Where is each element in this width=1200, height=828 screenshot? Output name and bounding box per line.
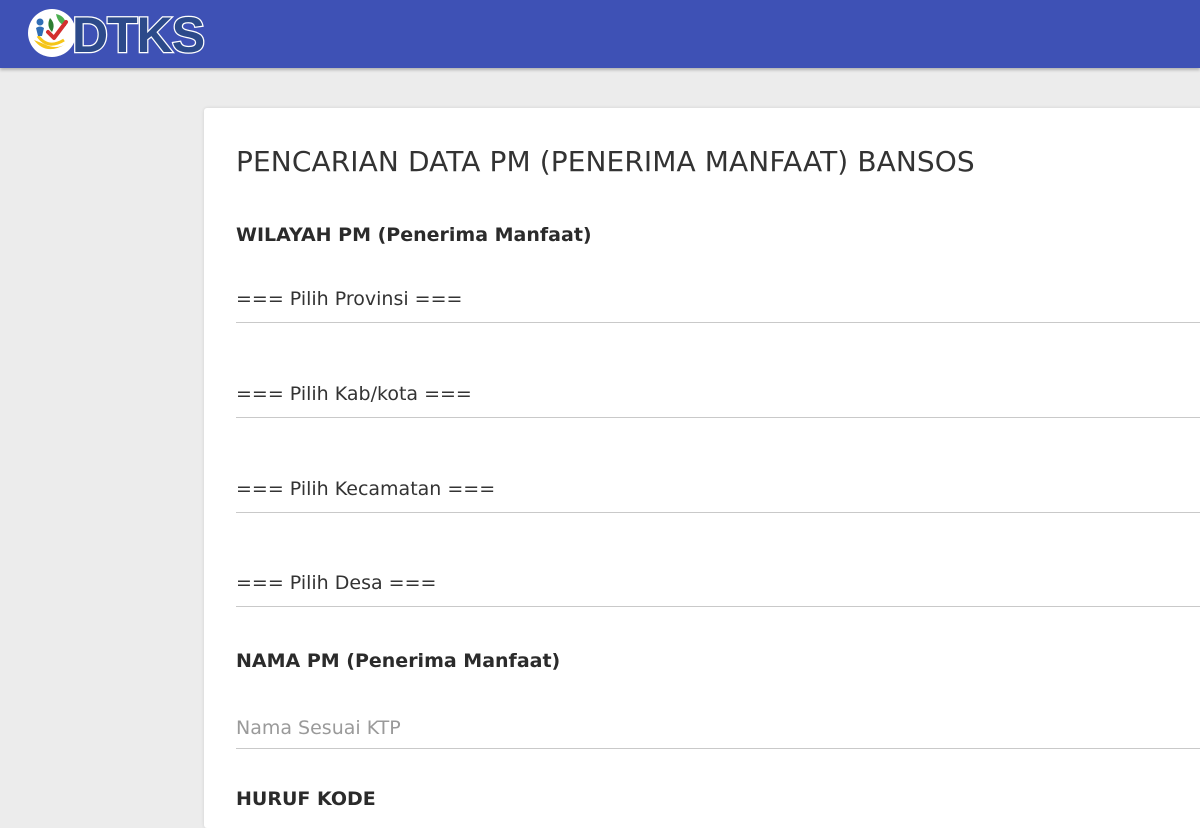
nama-input[interactable]	[236, 708, 1200, 749]
kode-section-label: HURUF KODE	[236, 788, 376, 810]
kabkota-select-value: === Pilih Kab/kota ===	[236, 383, 472, 405]
nama-section-label: NAMA PM (Penerima Manfaat)	[236, 650, 561, 672]
kecamatan-select[interactable]: === Pilih Kecamatan ===	[236, 472, 1200, 513]
kabkota-select[interactable]: === Pilih Kab/kota ===	[236, 377, 1200, 418]
dtks-logo[interactable]: DTKS	[26, 6, 226, 60]
desa-select[interactable]: === Pilih Desa ===	[236, 566, 1200, 607]
page-title: PENCARIAN DATA PM (PENERIMA MANFAAT) BAN…	[236, 145, 975, 178]
desa-select-value: === Pilih Desa ===	[236, 572, 437, 594]
provinsi-select[interactable]: === Pilih Provinsi ===	[236, 282, 1200, 323]
wilayah-section-label: WILAYAH PM (Penerima Manfaat)	[236, 224, 592, 246]
logo-text: DTKS	[72, 7, 204, 60]
kecamatan-select-value: === Pilih Kecamatan ===	[236, 478, 496, 500]
provinsi-select-value: === Pilih Provinsi ===	[236, 288, 463, 310]
search-form-card: PENCARIAN DATA PM (PENERIMA MANFAAT) BAN…	[204, 108, 1200, 828]
top-app-bar: DTKS	[0, 0, 1200, 68]
